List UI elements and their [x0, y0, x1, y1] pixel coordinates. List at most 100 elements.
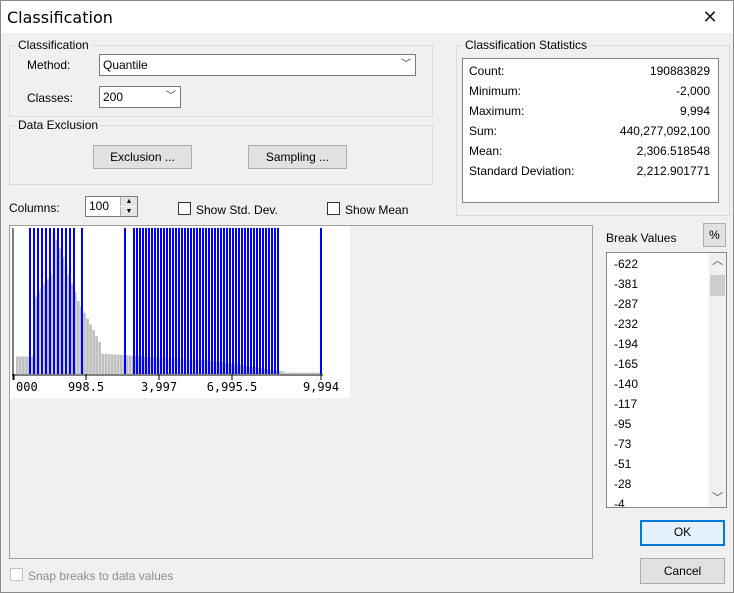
stat-value: 2,212.901771 [636, 164, 710, 178]
classes-label: Classes: [27, 91, 74, 105]
columns-label: Columns: [9, 201, 60, 215]
statistics-group-title: Classification Statistics [463, 38, 590, 52]
show-std-dev-label: Show Std. Dev. [196, 203, 278, 217]
histogram-bar [19, 356, 22, 374]
classification-group-title: Classification [16, 38, 91, 52]
histogram-bar [104, 353, 108, 374]
stat-row-std-dev: Standard Deviation: 2,212.901771 [469, 164, 710, 182]
close-button[interactable]: ✕ [687, 1, 733, 33]
break-value-item[interactable]: -4 [614, 497, 625, 507]
x-tick-label: 3,997 [141, 380, 177, 394]
histogram-bar [110, 354, 114, 374]
show-mean-checkbox[interactable] [327, 202, 340, 215]
stat-label: Maximum: [469, 104, 525, 118]
data-exclusion-group-title: Data Exclusion [16, 118, 101, 132]
stat-row-count: Count: 190883829 [469, 64, 710, 82]
histogram-bar [83, 312, 86, 374]
break-value-item[interactable]: -165 [614, 357, 638, 371]
spin-down-icon[interactable]: ▼ [120, 207, 137, 216]
x-tick-label: 998.5 [68, 380, 104, 394]
chevron-down-icon: ﹀ [401, 59, 411, 70]
show-std-dev-checkbox[interactable] [178, 202, 191, 215]
histogram-bar [98, 341, 101, 374]
histogram-bar [101, 353, 105, 374]
histogram-bar [308, 372, 312, 374]
statistics-panel: Count: 190883829 Minimum: -2,000 Maximum… [462, 58, 719, 203]
stat-row-maximum: Maximum: 9,994 [469, 104, 710, 122]
histogram-bar [128, 355, 132, 374]
stat-value: 9,994 [679, 104, 710, 118]
chevron-down-icon: ﹀ [166, 91, 176, 102]
break-value-item[interactable]: -73 [614, 437, 631, 451]
sampling-button[interactable]: Sampling ... [248, 145, 347, 169]
stat-row-sum: Sum: 440,277,092,100 [469, 124, 710, 142]
histogram-bar [119, 354, 123, 374]
break-value-item[interactable]: -622 [614, 257, 638, 271]
histogram-bar [58, 248, 62, 374]
method-label: Method: [27, 58, 71, 72]
close-icon: ✕ [702, 6, 718, 27]
histogram-bar [290, 372, 294, 374]
histogram-bar [314, 372, 318, 374]
ok-button[interactable]: OK [640, 520, 725, 546]
break-value-item[interactable]: -194 [614, 337, 638, 351]
stat-row-minimum: Minimum: -2,000 [469, 84, 710, 102]
classes-select[interactable]: 200 ﹀ [99, 86, 181, 108]
data-exclusion-group [9, 125, 433, 185]
break-value-item[interactable]: -51 [614, 457, 631, 471]
histogram-chart[interactable]: 000 998.5 3,997 6,995.5 9,994 [10, 226, 350, 398]
histogram-bar [95, 336, 98, 374]
columns-value: 100 [89, 199, 110, 213]
spin-up-icon[interactable]: ▲ [120, 197, 137, 206]
x-tick-label: 9,994 [303, 380, 339, 394]
x-tick-label: 6,995.5 [207, 380, 258, 394]
snap-breaks-checkbox[interactable] [10, 568, 23, 581]
break-value-item[interactable]: -28 [614, 477, 631, 491]
columns-spinner[interactable]: 100 ▲ ▼ [85, 196, 138, 217]
histogram-bar [89, 324, 92, 374]
histogram-bar [25, 356, 28, 374]
method-value: Quantile [103, 58, 148, 72]
scroll-up-icon[interactable]: ︿ [709, 253, 726, 270]
break-value-item[interactable]: -381 [614, 277, 638, 291]
histogram-bar [107, 353, 111, 374]
break-values-scrollbar[interactable]: ︿ ﹀ [709, 253, 726, 507]
histogram-bar [284, 372, 288, 374]
stat-value: -2,000 [675, 84, 710, 98]
classes-value: 200 [103, 90, 124, 104]
stat-label: Standard Deviation: [469, 164, 575, 178]
break-value-item[interactable]: -232 [614, 317, 638, 331]
stat-value: 190883829 [649, 64, 710, 78]
histogram-bar [125, 355, 129, 374]
break-value-item[interactable]: -140 [614, 377, 638, 391]
exclusion-button[interactable]: Exclusion ... [93, 145, 192, 169]
x-tick-label: 000 [16, 380, 38, 394]
title-bar[interactable]: Classification ✕ [1, 1, 733, 33]
histogram-bar [77, 301, 80, 374]
histogram-bar [311, 372, 315, 374]
stat-value: 440,277,092,100 [619, 124, 710, 138]
break-value-item[interactable]: -287 [614, 297, 638, 311]
scrollbar-thumb[interactable] [710, 275, 725, 296]
histogram-bar [293, 372, 297, 374]
histogram-bar [92, 330, 95, 374]
stat-label: Minimum: [469, 84, 522, 98]
window-title: Classification [7, 8, 113, 27]
method-select[interactable]: Quantile ﹀ [99, 54, 416, 76]
snap-breaks-label: Snap breaks to data values [28, 569, 174, 583]
cancel-button[interactable]: Cancel [640, 558, 725, 584]
percent-button[interactable]: % [703, 223, 726, 247]
classification-dialog: Classification ✕ Classification Method: … [0, 0, 734, 593]
scroll-down-icon[interactable]: ﹀ [709, 490, 726, 507]
histogram-bar [86, 318, 89, 374]
stat-label: Mean: [469, 144, 503, 158]
histogram-panel[interactable]: 000 998.5 3,997 6,995.5 9,994 [9, 225, 593, 559]
break-value-item[interactable]: -117 [614, 397, 637, 411]
stat-label: Sum: [469, 124, 498, 138]
stat-value: 2,306.518548 [636, 144, 710, 158]
histogram-bar [16, 356, 19, 374]
break-value-item[interactable]: -95 [614, 417, 631, 431]
show-mean-label: Show Mean [345, 203, 409, 217]
histogram-bar [287, 372, 291, 374]
break-values-list[interactable]: -622 -381 -287 -232 -194 -165 -140 -117 -95 -73 -5… [606, 252, 727, 508]
